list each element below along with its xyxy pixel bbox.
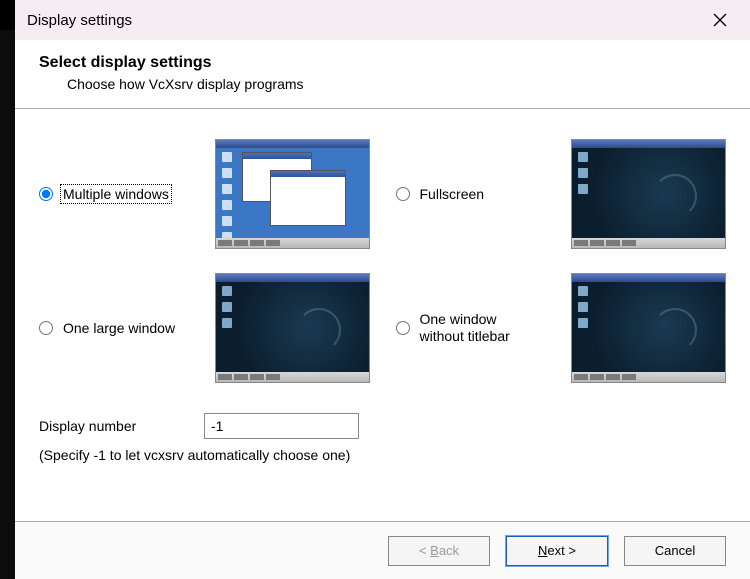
close-icon — [713, 13, 727, 27]
option-fullscreen: Fullscreen — [396, 139, 727, 249]
radio-fullscreen-input[interactable] — [396, 187, 410, 201]
wizard-button-bar: < Back Next > Cancel — [15, 521, 750, 579]
display-number-hint: (Specify -1 to let vcxsrv automatically … — [39, 447, 726, 463]
preview-one-window-no-titlebar — [571, 273, 726, 383]
radio-one-window-no-titlebar-input[interactable] — [396, 321, 410, 335]
preview-multiple-windows — [215, 139, 370, 249]
radio-one-large-window[interactable]: One large window — [39, 319, 215, 337]
back-button[interactable]: < Back — [388, 536, 490, 566]
preview-one-large-window — [215, 273, 370, 383]
preview-fullscreen — [571, 139, 726, 249]
option-one-window-no-titlebar: One window without titlebar — [396, 273, 727, 383]
wizard-window: Display settings Select display settings… — [15, 0, 750, 579]
radio-fullscreen[interactable]: Fullscreen — [396, 185, 572, 203]
left-side-band — [0, 30, 15, 579]
wizard-content: Multiple windows Fullscreen — [15, 109, 750, 521]
window-title: Display settings — [27, 12, 132, 29]
next-button[interactable]: Next > — [506, 536, 608, 566]
radio-one-large-window-input[interactable] — [39, 321, 53, 335]
radio-one-large-window-label: One large window — [61, 319, 177, 337]
radio-multiple-windows-input[interactable] — [39, 187, 53, 201]
radio-one-window-no-titlebar[interactable]: One window without titlebar — [396, 310, 572, 346]
close-button[interactable] — [700, 0, 740, 40]
radio-fullscreen-label: Fullscreen — [418, 185, 487, 203]
page-title: Select display settings — [39, 54, 726, 72]
display-number-label: Display number — [39, 418, 204, 434]
radio-multiple-windows-label: Multiple windows — [61, 185, 171, 203]
cancel-button[interactable]: Cancel — [624, 536, 726, 566]
display-number-row: Display number — [39, 413, 726, 439]
titlebar: Display settings — [15, 0, 750, 40]
wizard-header: Select display settings Choose how VcXsr… — [15, 40, 750, 109]
radio-multiple-windows[interactable]: Multiple windows — [39, 185, 215, 203]
display-mode-options: Multiple windows Fullscreen — [39, 139, 726, 383]
radio-one-window-no-titlebar-label: One window without titlebar — [418, 310, 512, 346]
option-multiple-windows: Multiple windows — [39, 139, 370, 249]
option-one-large-window: One large window — [39, 273, 370, 383]
display-number-input[interactable] — [204, 413, 359, 439]
page-subtitle: Choose how VcXsrv display programs — [67, 76, 726, 92]
